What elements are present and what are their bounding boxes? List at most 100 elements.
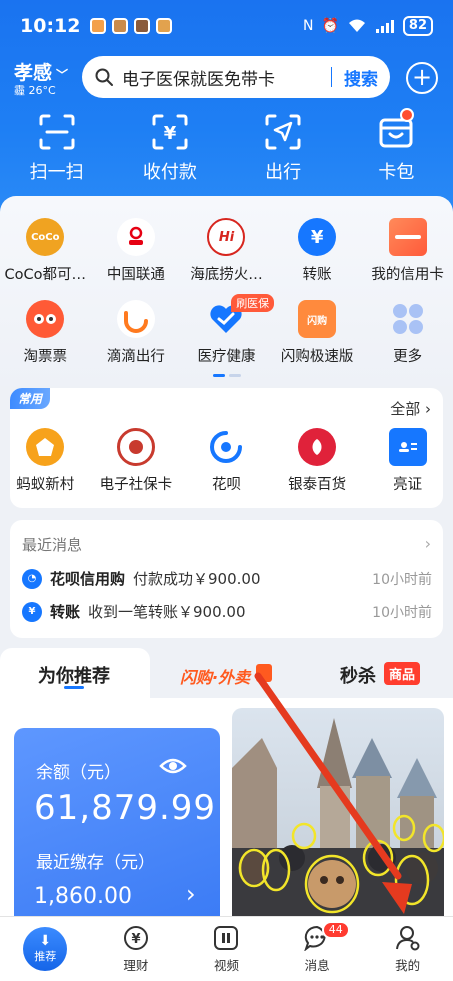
video-icon: [214, 925, 239, 950]
recent-messages-card[interactable]: 最近消息 › ◔ 花呗信用购 付款成功￥900.00 10小时前 ¥ 转账 收到…: [10, 520, 443, 638]
app-china-unicom[interactable]: 中国联通: [91, 218, 182, 284]
app-label: 闪购极速版: [280, 349, 354, 365]
app-label: 滴滴出行: [106, 349, 165, 365]
app-more[interactable]: 更多: [362, 300, 453, 366]
nav-wealth[interactable]: ¥ 理财: [91, 917, 182, 981]
intime-icon: [298, 428, 337, 466]
add-button[interactable]: +: [406, 62, 438, 94]
page-dot: [229, 374, 241, 377]
app-label: 银泰百货: [288, 477, 347, 493]
photo-card[interactable]: [232, 708, 444, 916]
app-social-security-card[interactable]: 电子社保卡: [91, 428, 182, 494]
app-intime[interactable]: 银泰百货: [272, 428, 363, 494]
transfer-icon: ¥: [298, 218, 337, 256]
chevron-right-icon: ›: [424, 534, 431, 553]
wifi-icon: [348, 19, 365, 32]
taopiaopiao-icon: [26, 300, 65, 338]
alarm-icon: ⏰: [321, 18, 339, 34]
common-apps-card: 常用 全部 › 蚂蚁新村 电子社保卡 花呗 银泰百货 亮证: [10, 388, 443, 508]
seckill-tag: 商品: [384, 662, 421, 685]
message-sender: 花呗信用购: [50, 570, 126, 588]
payment-code-button[interactable]: ¥ 收付款: [113, 112, 226, 184]
feed: 余额（元） 61,879.99 最近缴存（元） 1,860.00 ›: [0, 672, 453, 916]
coco-icon: CoCo: [26, 218, 65, 256]
search-bar[interactable]: 电子医保就医免带卡 搜索: [82, 56, 390, 98]
tab-shangou[interactable]: 闪购·外卖: [180, 664, 250, 688]
app-label: 淘票票: [23, 349, 68, 365]
svg-text:¥: ¥: [131, 932, 140, 947]
navigation-icon: [265, 114, 301, 150]
more-icon: [389, 300, 427, 338]
chevron-down-icon: ﹀: [56, 68, 69, 82]
notification-app-icon: [134, 18, 151, 34]
app-ant-village[interactable]: 蚂蚁新村: [0, 428, 91, 494]
payment-code-label: 收付款: [142, 162, 197, 183]
view-all-label: 全部: [390, 400, 421, 418]
app-label: 转账: [302, 267, 332, 283]
search-button[interactable]: 搜索: [344, 65, 378, 90]
message-row[interactable]: ◔ 花呗信用购 付款成功￥900.00 10小时前: [22, 568, 432, 589]
nav-messages[interactable]: 44 消息: [272, 917, 363, 981]
status-time: 10:12: [20, 15, 81, 37]
tab-recommend-label: 为你推荐: [38, 666, 110, 687]
city-selector[interactable]: 孝感 ﹀: [14, 58, 68, 85]
message-time: 10小时前: [372, 571, 432, 588]
nav-label: 推荐: [34, 950, 57, 963]
city-name: 孝感: [14, 62, 53, 84]
shangou-icon: 闪购: [298, 300, 337, 338]
travel-button[interactable]: 出行: [227, 112, 340, 184]
view-all-link[interactable]: 全部 ›: [390, 398, 431, 419]
app-credit-card[interactable]: 我的信用卡: [362, 218, 453, 284]
app-label: 我的信用卡: [371, 267, 444, 283]
bottom-nav: ⬇ 推荐 ¥ 理财 视频 44 消息 我的: [0, 916, 453, 981]
message-sender: 转账: [50, 603, 81, 621]
haidilao-icon: Hi: [207, 218, 246, 256]
app-didi[interactable]: 滴滴出行: [91, 300, 182, 366]
profile-icon: [395, 925, 420, 950]
app-huabei[interactable]: 花呗: [181, 428, 272, 494]
notification-app-icon: [156, 18, 173, 34]
provident-fund-card[interactable]: 余额（元） 61,879.99 最近缴存（元） 1,860.00 ›: [14, 728, 220, 916]
castle-photo: [232, 708, 444, 916]
app-haidilao[interactable]: Hi 海底捞火…: [181, 218, 272, 284]
balance-label: 余额（元）: [36, 763, 121, 783]
message-row[interactable]: ¥ 转账 收到一笔转账￥900.00 10小时前: [22, 601, 432, 622]
app-label: 海底捞火…: [190, 267, 263, 283]
app-medical-health[interactable]: 刷医保 医疗健康: [181, 294, 275, 366]
nav-label: 视频: [213, 957, 239, 973]
app-label: CoCo都可…: [4, 267, 87, 283]
nav-profile[interactable]: 我的: [362, 917, 453, 981]
nav-label: 我的: [395, 957, 421, 973]
top-bar: 孝感 ﹀ 霾 26°C 电子医保就医免带卡 搜索 +: [0, 56, 453, 100]
battery-indicator: 82: [402, 16, 433, 36]
wallet-button[interactable]: 卡包: [340, 108, 453, 184]
travel-label: 出行: [265, 162, 302, 183]
tab-underline: [64, 686, 84, 689]
scan-button[interactable]: 扫一扫: [0, 112, 113, 184]
main-actions: 扫一扫 ¥ 收付款 出行 卡包: [0, 108, 453, 184]
ant-village-icon: [26, 428, 65, 466]
wallet-label: 卡包: [378, 162, 415, 183]
balance-value: 61,879.99: [34, 788, 217, 828]
recent-messages-title: 最近消息: [22, 536, 83, 554]
nav-recommend[interactable]: ⬇ 推荐: [0, 917, 91, 981]
eye-icon[interactable]: [159, 756, 187, 776]
header: 10:12 N ⏰ 82 孝感 ﹀ 霾 26°C 电子医保就医免带卡 搜索 + 扫…: [0, 0, 453, 215]
app-transfer[interactable]: ¥ 转账: [272, 218, 363, 284]
scan-icon: [39, 114, 75, 150]
message-desc: 收到一笔转账￥900.00: [88, 603, 246, 621]
app-label: 中国联通: [106, 267, 165, 283]
app-label: 医疗健康: [197, 349, 256, 365]
app-coco[interactable]: CoCo CoCo都可…: [0, 218, 91, 284]
status-bar: 10:12 N ⏰ 82: [0, 0, 453, 52]
tab-seckill[interactable]: 秒杀: [340, 662, 376, 688]
nav-video[interactable]: 视频: [181, 917, 272, 981]
huabei-icon: ◔: [22, 568, 42, 589]
search-input[interactable]: 电子医保就医免带卡: [122, 65, 331, 90]
app-grid-row-2: 淘票票 滴滴出行 刷医保 医疗健康 闪购 闪购极速版 更多: [0, 294, 453, 366]
app-id-card[interactable]: 亮证: [362, 428, 453, 494]
app-shangou[interactable]: 闪购 闪购极速版: [272, 300, 363, 366]
feed-tabs: 为你推荐 闪购·外卖 秒杀 商品: [0, 648, 453, 698]
app-taopiaopiao[interactable]: 淘票票: [0, 300, 91, 366]
app-label: 电子社保卡: [99, 477, 173, 493]
